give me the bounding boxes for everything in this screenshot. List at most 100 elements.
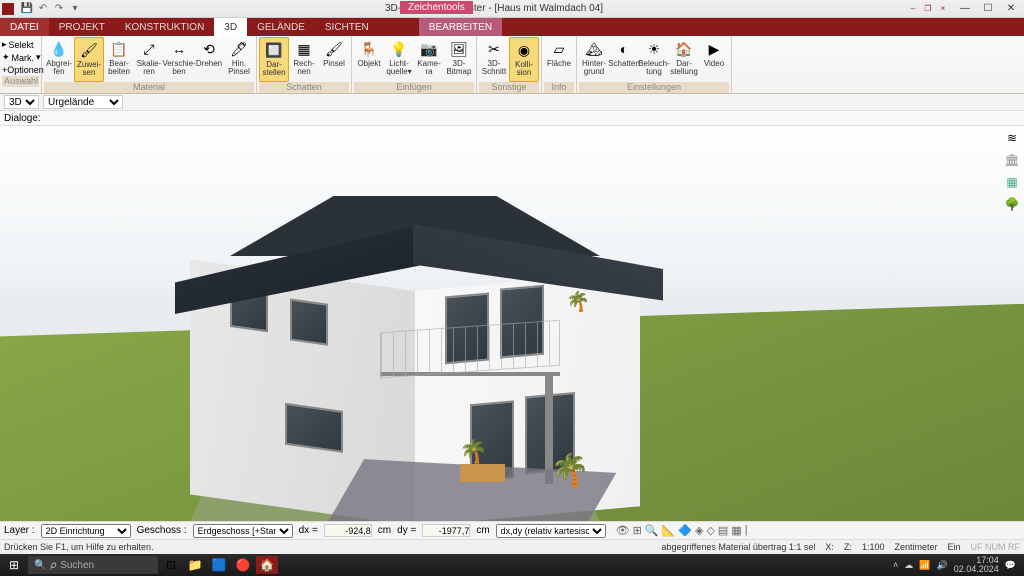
ribbon: ▸ Selekt ✦ Mark. ▾ +Optionen Auswahl 💧Ab…	[0, 36, 1024, 94]
mdi-close-icon[interactable]: ×	[936, 3, 950, 15]
window-controls: — ☐ ✕	[954, 2, 1022, 16]
view-3d-select[interactable]: 3D	[4, 95, 39, 109]
ribbon-button[interactable]: ▦Rech-nen	[289, 37, 319, 82]
taskview-icon[interactable]: ⊡	[160, 556, 182, 574]
ribbon-button[interactable]: 🪑Objekt	[354, 37, 384, 82]
ribbon-button[interactable]: 🏠Dar-stellung	[669, 37, 699, 82]
ribbon-button[interactable]: 🖼3D-Bitmap	[444, 37, 474, 82]
context-tab-label: Zeichentools	[400, 1, 473, 14]
layers-icon[interactable]: ≋	[1004, 130, 1020, 146]
tab-3d[interactable]: 3D	[214, 18, 247, 36]
explorer-icon[interactable]: 📁	[184, 556, 206, 574]
taskbar-search[interactable]: 🔍 𝜌 Suchen	[28, 556, 158, 574]
mdi-restore-icon[interactable]: ❐	[921, 3, 935, 15]
tab-file[interactable]: DATEI	[0, 18, 49, 36]
view-selector-bar: 3D Urgelände	[0, 94, 1024, 111]
tab-konstruktion[interactable]: KONSTRUKTION	[115, 18, 214, 36]
tool-icon[interactable]: 🔍	[645, 524, 659, 537]
group-einfuegen: 🪑Objekt💡Licht-quelle▾📷Kame-ra🖼3D-Bitmap …	[352, 36, 477, 93]
tab-sichten[interactable]: SICHTEN	[315, 18, 379, 36]
terrain-select[interactable]: Urgelände	[43, 95, 123, 109]
select-tool[interactable]: ▸ Selekt	[2, 38, 39, 51]
ribbon-button[interactable]: ◉Kolli-sion	[509, 37, 539, 82]
3d-viewport[interactable]: ≋ 🏛 ▦ 🌳	[0, 126, 1024, 521]
ribbon-button[interactable]: 💡Licht-quelle▾	[384, 37, 414, 82]
tree-icon[interactable]: 🌳	[1004, 196, 1020, 212]
hausplaner-icon[interactable]: 🏠	[256, 556, 278, 574]
notifications-icon[interactable]: 💬	[1005, 560, 1016, 571]
menu-tabs: DATEI PROJEKT KONSTRUKTION 3D GELÄNDE SI…	[0, 18, 1024, 36]
status-bar: Drücken Sie F1, um Hilfe zu erhalten. ab…	[0, 539, 1024, 554]
tray-sound-icon[interactable]: 🔊	[937, 560, 948, 571]
ribbon-button[interactable]: ⤢Skalie-ren	[134, 37, 164, 82]
tab-projekt[interactable]: PROJEKT	[49, 18, 115, 36]
tool-icon[interactable]: ◈	[695, 524, 703, 537]
app-icon[interactable]: 🟦	[208, 556, 230, 574]
qat-save-icon[interactable]: 💾	[20, 2, 34, 16]
qat-undo-icon[interactable]: ↶	[36, 2, 50, 16]
windows-taskbar: ⊞ 🔍 𝜌 Suchen ⊡ 📁 🟦 🔴 🏠 ˄ ☁ 📶 🔊 17:0402.0…	[0, 554, 1024, 576]
layer-label: Layer :	[4, 525, 35, 536]
ribbon-button[interactable]: 🔲Dar-stellen	[259, 37, 289, 82]
mark-tool[interactable]: ✦ Mark. ▾	[2, 51, 39, 64]
dialog-bar: Dialoge:	[0, 111, 1024, 126]
title-bar: 💾 ↶ ↷ ▾ 3D-Hausplaner Master - [Haus mit…	[0, 0, 1024, 18]
texture-icon[interactable]: ▦	[1004, 174, 1020, 190]
ribbon-button[interactable]: 📷Kame-ra	[414, 37, 444, 82]
status-help: Drücken Sie F1, um Hilfe zu erhalten.	[4, 542, 154, 552]
ribbon-button[interactable]: ☀Beleuch-tung	[639, 37, 669, 82]
group-label: Auswahl	[2, 76, 39, 87]
ribbon-button[interactable]: ⟲Drehen	[194, 37, 224, 82]
ribbon-button[interactable]: 🖌Pinsel	[319, 37, 349, 82]
tray-wifi-icon[interactable]: 📶	[919, 560, 930, 571]
tab-gelaende[interactable]: GELÄNDE	[247, 18, 315, 36]
tray-cloud-icon[interactable]: ☁	[904, 560, 913, 571]
group-sonstige: ✂3D-Schnitt◉Kolli-sion Sonstige	[477, 36, 542, 93]
side-palette: ≋ 🏛 ▦ 🌳	[1004, 130, 1022, 212]
ribbon-button[interactable]: 💧Abgrei-fen	[44, 37, 74, 82]
window-title: 3D-Hausplaner Master - [Haus mit Walmdac…	[82, 3, 906, 14]
qat-redo-icon[interactable]: ↷	[52, 2, 66, 16]
ribbon-button[interactable]: ◐Schatten	[609, 37, 639, 82]
geschoss-select[interactable]: Erdgeschoss [+Stan	[193, 524, 293, 538]
tool-icon[interactable]: ▦	[731, 524, 741, 537]
options-tool[interactable]: +Optionen	[2, 64, 39, 76]
tray-up-icon[interactable]: ˄	[893, 560, 898, 570]
building-icon[interactable]: 🏛	[1004, 152, 1020, 168]
ribbon-button[interactable]: 🖌Zuwei-sen	[74, 37, 104, 82]
start-button[interactable]: ⊞	[2, 556, 26, 574]
tool-icon[interactable]: 🔷	[678, 524, 692, 537]
dy-input[interactable]	[422, 524, 470, 537]
group-auswahl: ▸ Selekt ✦ Mark. ▾ +Optionen Auswahl	[0, 36, 42, 93]
close-icon[interactable]: ✕	[1000, 2, 1022, 16]
chrome-icon[interactable]: 🔴	[232, 556, 254, 574]
quick-access-toolbar: 💾 ↶ ↷ ▾	[20, 2, 82, 16]
tool-icon[interactable]: 👁	[616, 524, 630, 537]
ribbon-button[interactable]: ✂3D-Schnitt	[479, 37, 509, 82]
ribbon-button[interactable]: ▶Video	[699, 37, 729, 82]
ribbon-button[interactable]: 🖊Hin.Pinsel	[224, 37, 254, 82]
tool-icon[interactable]: ⊞	[633, 524, 642, 537]
ribbon-button[interactable]: 📋Bear-beiten	[104, 37, 134, 82]
ribbon-button[interactable]: ▱Fläche	[544, 37, 574, 82]
dx-input[interactable]	[324, 524, 372, 537]
maximize-icon[interactable]: ☐	[977, 2, 999, 16]
layer-select[interactable]: 2D Einrichtung	[41, 524, 131, 538]
mdi-min-icon[interactable]: –	[906, 3, 920, 15]
mdi-controls: – ❐ ×	[906, 3, 950, 15]
tab-bearbeiten[interactable]: BEARBEITEN	[419, 18, 502, 36]
qat-dropdown-icon[interactable]: ▾	[68, 2, 82, 16]
tool-icon[interactable]: ◇	[706, 524, 714, 537]
coord-mode-select[interactable]: dx,dy (relativ kartesisch)	[496, 524, 606, 538]
layer-bar: Layer : 2D Einrichtung Geschoss : Erdges…	[0, 521, 1024, 539]
group-schatten: 🔲Dar-stellen▦Rech-nen🖌Pinsel Schatten	[257, 36, 352, 93]
minimize-icon[interactable]: —	[954, 2, 976, 16]
tool-icon[interactable]: ▤	[718, 524, 728, 537]
group-einstellungen: 🏔Hinter-grund◐Schatten☀Beleuch-tung🏠Dar-…	[577, 36, 732, 93]
ribbon-button[interactable]: 🏔Hinter-grund	[579, 37, 609, 82]
taskbar-clock[interactable]: 17:0402.04.2024	[954, 556, 999, 574]
tool-icon[interactable]: |	[745, 524, 748, 537]
ribbon-button[interactable]: ↔Verschie-ben	[164, 37, 194, 82]
app-logo	[2, 3, 14, 15]
tool-icon[interactable]: 📐	[662, 524, 676, 537]
